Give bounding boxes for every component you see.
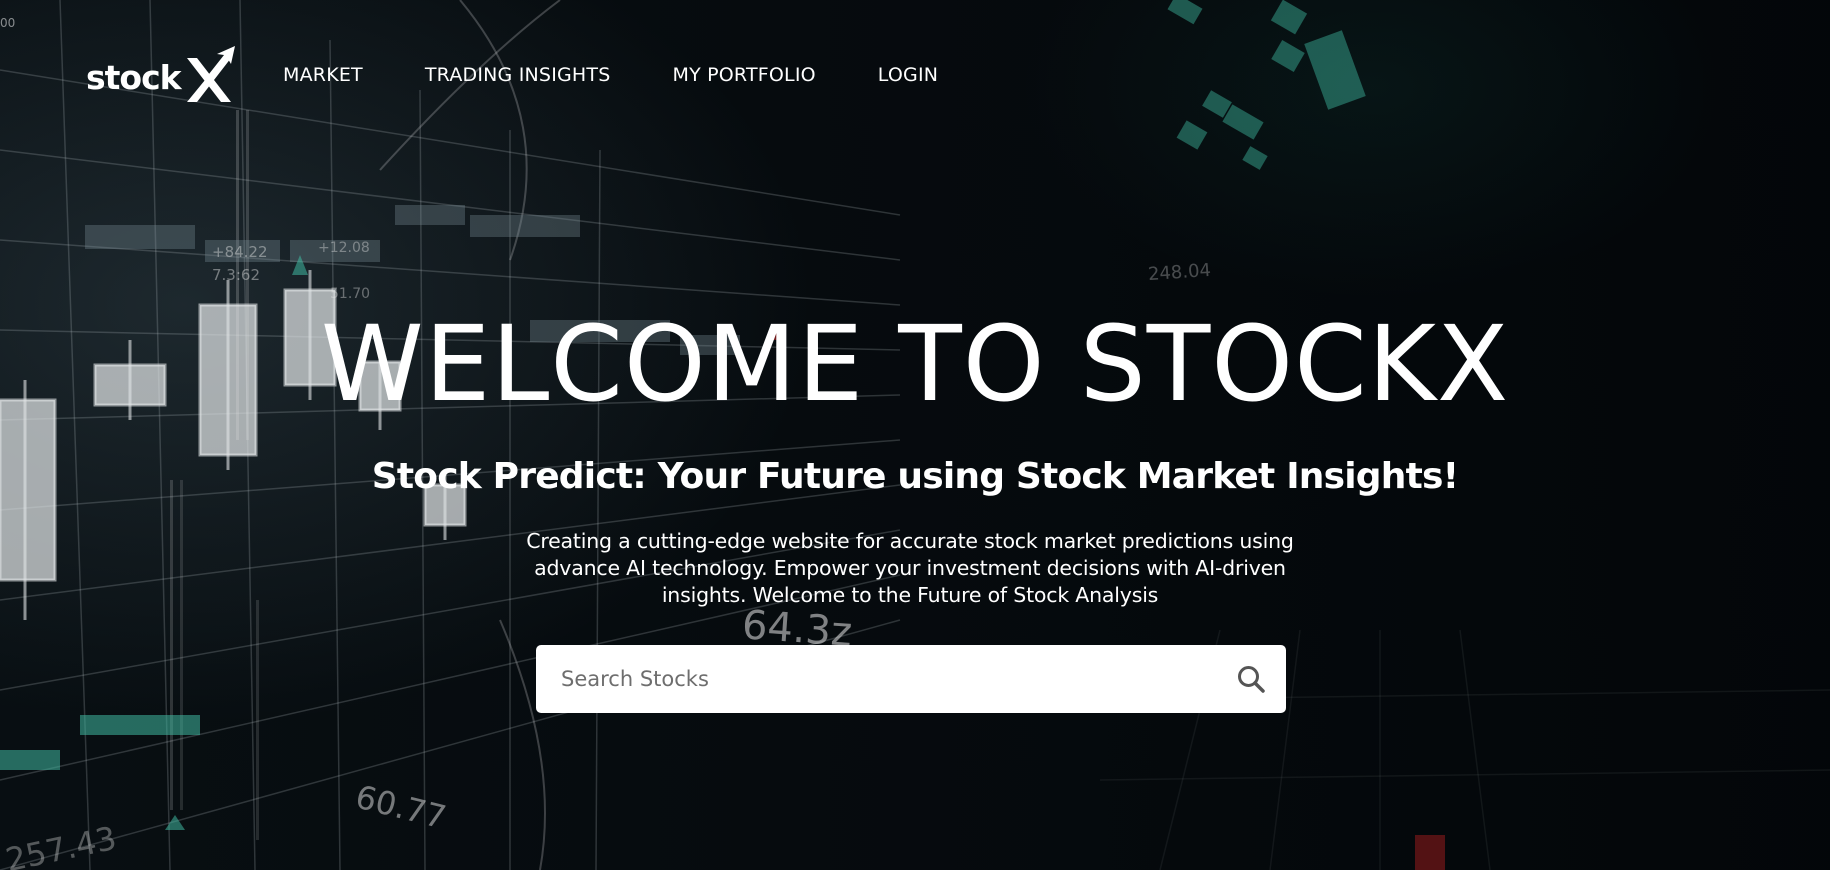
logo-wordmark: stock	[86, 58, 182, 97]
background-ticker-number: 51.70	[330, 286, 371, 302]
logo-x-arrow-icon	[186, 46, 235, 102]
nav-item-login[interactable]: LOGIN	[878, 64, 938, 86]
site-header: stock MARKET TRADING INSIGHTS MY PORTFOL…	[0, 0, 1830, 150]
nav-item-market[interactable]: MARKET	[283, 64, 363, 86]
search-button[interactable]	[1216, 645, 1286, 713]
nav-item-trading-insights[interactable]: TRADING INSIGHTS	[425, 64, 611, 86]
search-input[interactable]	[536, 645, 1216, 713]
hero-title: WELCOME TO STOCKX	[320, 303, 1510, 425]
brand-logo[interactable]: stock	[86, 44, 235, 104]
hero-subtitle: Stock Predict: Your Future using Stock M…	[371, 456, 1459, 497]
background-ticker-number: 7.3:62	[212, 266, 260, 284]
background-ticker-number: 248.04	[1147, 259, 1212, 286]
background-ticker-number: +12.08	[318, 240, 370, 256]
main-nav: MARKET TRADING INSIGHTS MY PORTFOLIO LOG…	[283, 64, 1000, 86]
hero-description: Creating a cutting-edge website for accu…	[526, 529, 1294, 607]
search-bar	[536, 645, 1286, 713]
search-icon	[1238, 666, 1265, 693]
nav-item-my-portfolio[interactable]: MY PORTFOLIO	[672, 64, 815, 86]
background-ticker-number: +84.22	[212, 243, 268, 261]
